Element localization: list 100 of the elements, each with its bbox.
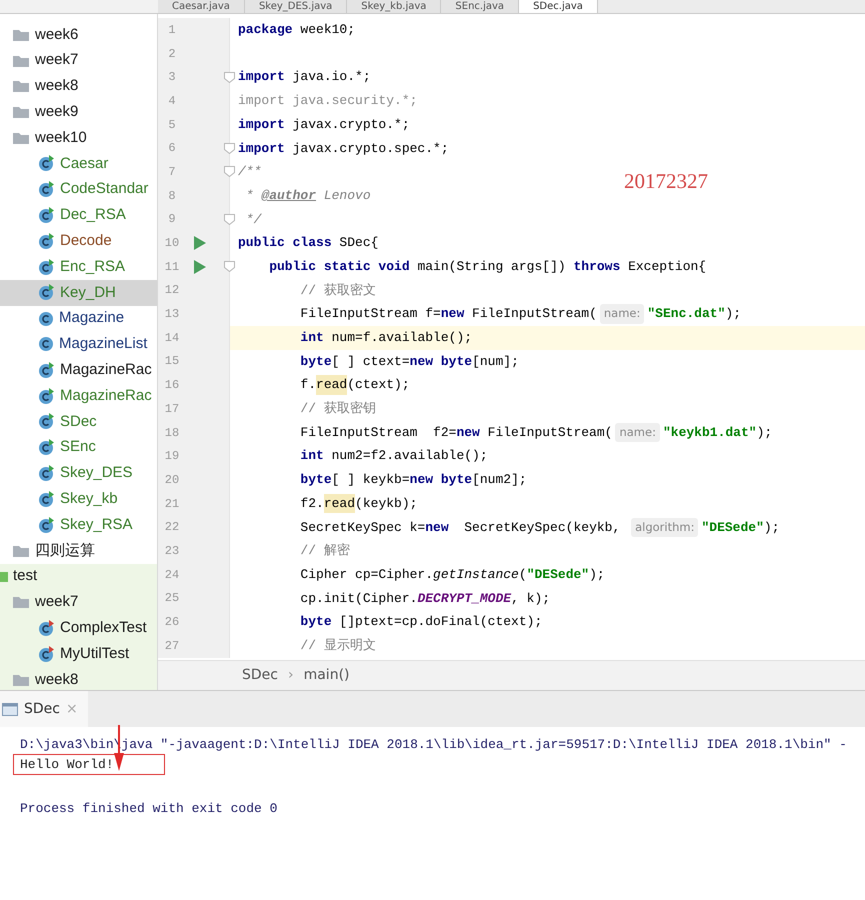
line-number: 23 [164,542,180,560]
fold-icon[interactable] [224,214,235,225]
folder-icon [12,544,30,558]
fold-icon[interactable] [224,261,235,272]
code-line: // 获取密钥 [299,400,376,418]
runnable-class-icon [38,181,55,198]
line-number: 18 [164,424,180,442]
fold-icon[interactable] [224,166,235,178]
code-line: // 获取密文 [299,282,376,300]
code-line: /** [238,163,262,182]
tree-item[interactable]: test [0,564,157,590]
runnable-class-icon [38,155,55,172]
tree-item[interactable]: week10 [0,125,157,151]
class-icon [38,310,54,327]
run-icon[interactable] [194,236,206,250]
run-icon[interactable] [194,260,206,274]
code-line: public static void main(String args[]) throws Exception{ [268,258,706,276]
tree-item[interactable]: week7 [0,48,157,74]
code-line: import java.io.*; [238,68,371,86]
runnable-class-icon [38,464,55,482]
editor-tab[interactable]: Caesar.java [158,0,245,13]
tree-item[interactable]: CodeStandar [0,176,157,203]
folder-icon [12,672,30,687]
test-class-icon [38,620,55,637]
tree-item[interactable]: Skey_DES [0,460,157,486]
tree-item[interactable]: MagazineRac [0,383,157,409]
test-folder-icon [0,570,8,584]
code-line: import javax.crypto.*; [238,116,410,134]
tree-item[interactable]: MyUtilTest [0,641,157,667]
runnable-class-icon [38,284,55,302]
code-line: FileInputStream f2=new FileInputStream( name: "keykb1.dat"); [238,420,772,444]
folder-icon [12,54,30,68]
console-icon [2,702,18,716]
tree-item[interactable]: Magazine [0,306,157,332]
runnable-class-icon [38,232,55,250]
tree-item[interactable]: week9 [0,99,157,126]
code-line: public class SDec{ [238,234,378,252]
line-number: 4 [167,92,177,110]
tree-item[interactable]: SEnc [0,434,157,461]
tree-item[interactable]: Decode [0,228,157,254]
tree-item[interactable]: Enc_RSA [0,254,157,280]
code-line: f2.read(keykb); [238,492,418,516]
tree-item[interactable]: MagazineList [0,332,157,358]
line-number: 9 [167,211,177,228]
exit-message: Process finished with exit code 0 [20,800,278,818]
line-number: 13 [164,306,180,324]
tree-item[interactable]: week6 [0,22,157,48]
code-line: byte []ptext=cp.doFinal(ctext); [299,613,542,632]
runnable-class-icon [38,490,55,508]
runnable-class-icon [38,516,55,534]
tree-item[interactable]: Skey_kb [0,486,157,512]
code-line: int num2=f2.available(); [299,447,488,466]
console-output: Hello World! [13,754,165,775]
runnable-class-icon [38,258,55,276]
fold-icon[interactable] [224,142,235,154]
folder-icon [12,28,30,42]
editor-tab[interactable]: Skey_kb.java [347,0,442,13]
code-line: FileInputStream f=new FileInputStream( name: "SEnc.dat"); [238,302,741,326]
tree-item[interactable]: week8 [0,666,157,690]
folder-icon [12,105,30,120]
code-line: // 显示明文 [299,636,376,655]
code-line: Cipher cp=Cipher.getInstance("DESede"); [299,566,605,584]
tree-item[interactable]: 四则运算 [0,538,157,564]
fold-icon[interactable] [224,72,235,83]
code-line: SecretKeySpec k=new SecretKeySpec(keykb, algorithm: "DESede"); [299,516,780,539]
editor-tab[interactable]: SEnc.java [441,0,520,13]
code-line: */ [244,210,262,229]
tree-item[interactable]: ComplexTest [0,615,157,642]
editor-tab[interactable]: SDec.java [519,0,598,13]
tree-item[interactable]: Key_DH [0,280,157,306]
editor-tab[interactable]: Skey_DES.java [244,0,348,13]
breadcrumb[interactable]: main() [304,665,350,686]
run-tab[interactable]: SDec × [0,691,88,727]
tree-item[interactable]: MagazineRac [0,357,157,384]
line-number: 12 [164,282,180,300]
test-class-icon [38,646,55,663]
tree-item[interactable]: week8 [0,74,157,100]
line-number: 6 [167,140,177,158]
code-line: byte[ ] ctext=new byte[num]; [299,352,519,371]
tree-item[interactable]: SDec [0,408,157,435]
code-line: cp.init(Cipher.DECRYPT_MODE, k); [299,590,550,608]
line-number: 19 [164,448,180,466]
line-number: 15 [164,353,180,370]
runnable-class-icon [38,206,55,224]
runnable-class-icon [38,362,55,379]
tree-item[interactable]: week7 [0,590,157,616]
code-line: f.read(ctext); [238,373,410,397]
tree-item[interactable]: Dec_RSA [0,202,157,228]
code-line: byte[ ] keykb=new byte[num2]; [299,471,527,490]
breadcrumb[interactable]: SDec [242,665,278,686]
code-line: // 解密 [299,542,350,560]
line-number: 16 [164,377,180,394]
line-number: 20 [164,472,180,489]
runnable-class-icon [38,413,55,430]
tree-item[interactable]: Skey_RSA [0,512,157,538]
tree-item[interactable]: Caesar [0,150,157,177]
code-line: * @author Lenovo [244,186,371,205]
line-number: 17 [164,400,180,418]
line-number: 1 [167,22,177,39]
line-number: 21 [164,496,180,513]
